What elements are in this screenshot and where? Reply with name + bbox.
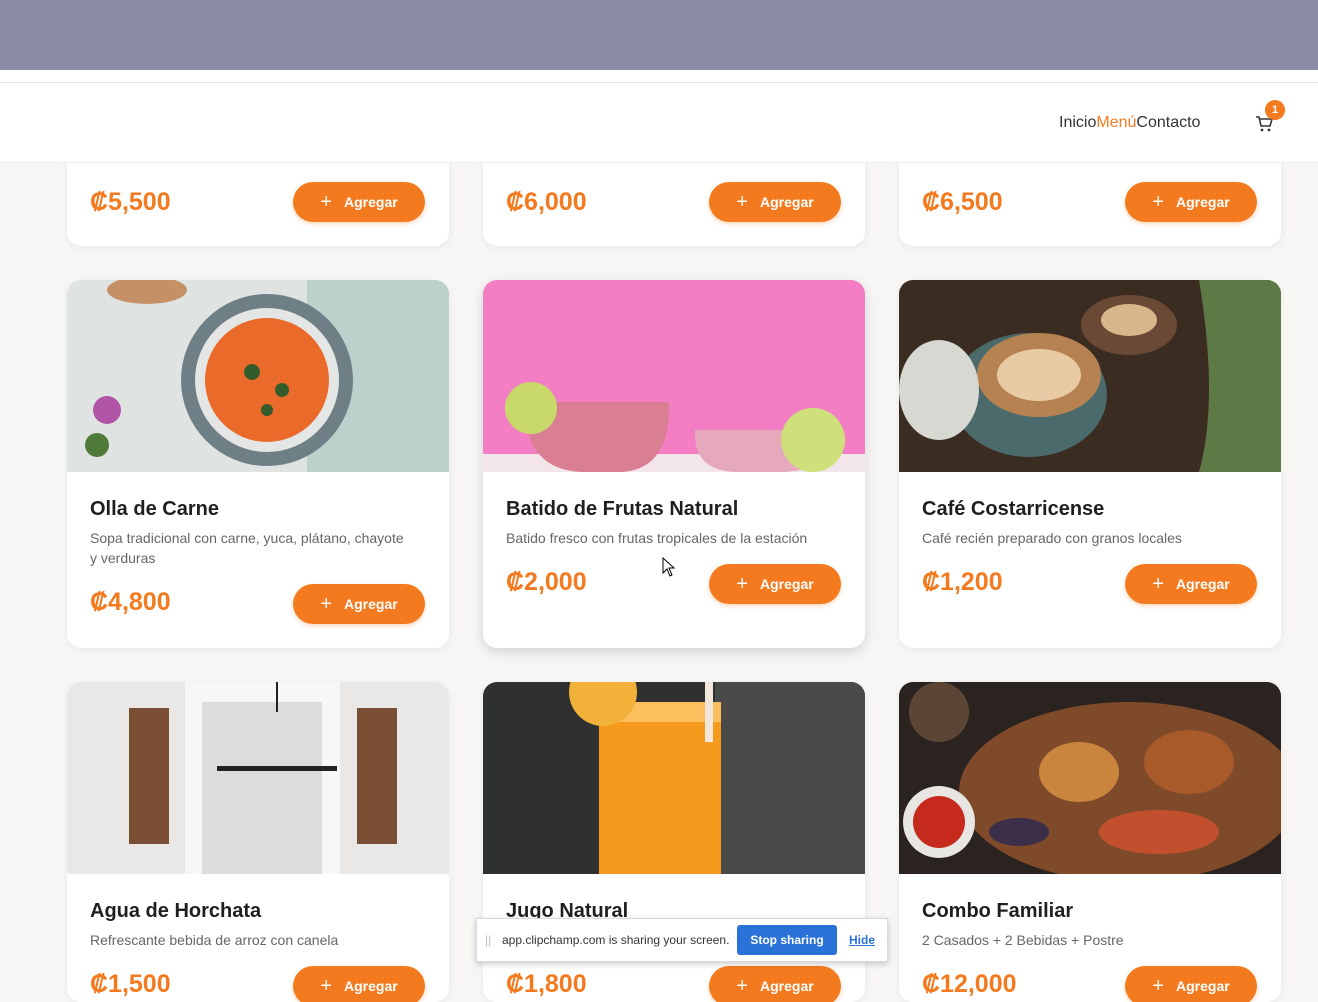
product-price: ₡1,800	[506, 970, 587, 998]
browser-top-band	[0, 0, 1318, 70]
plus-icon: +	[320, 975, 332, 997]
hide-link[interactable]: Hide	[849, 933, 875, 947]
product-price: ₡5,500	[90, 188, 171, 216]
add-button-label: Agregar	[760, 194, 814, 210]
drag-handle-icon[interactable]: ||	[485, 933, 491, 947]
plus-icon: +	[1152, 573, 1164, 595]
add-button[interactable]: + Agregar	[1125, 966, 1257, 1002]
product-card-horchata: Agua de Horchata Refrescante bebida de a…	[67, 682, 449, 1002]
product-title: Agua de Horchata	[90, 900, 262, 922]
juice-image	[483, 682, 865, 874]
product-description: Sopa tradicional con carne, yuca, plátan…	[90, 530, 404, 566]
share-message: app.clipchamp.com is sharing your screen…	[502, 933, 730, 947]
add-button-label: Agregar	[760, 978, 814, 994]
coffee-image	[899, 280, 1281, 472]
plus-icon: +	[736, 573, 748, 595]
product-card-combo: Combo Familiar 2 Casados + 2 Bebidas + P…	[899, 682, 1281, 1002]
product-price: ₡1,500	[90, 970, 171, 998]
stop-sharing-button[interactable]: Stop sharing	[737, 925, 837, 955]
add-button[interactable]: + Agregar	[293, 966, 425, 1002]
add-button-label: Agregar	[760, 576, 814, 592]
product-description: 2 Casados + 2 Bebidas + Postre	[922, 932, 1124, 948]
product-price: ₡6,000	[506, 188, 587, 216]
add-button[interactable]: + Agregar	[1125, 564, 1257, 604]
screen-share-bar: || app.clipchamp.com is sharing your scr…	[476, 918, 888, 962]
product-description: Batido fresco con frutas tropicales de l…	[506, 530, 808, 546]
product-title: Batido de Frutas Natural	[506, 498, 739, 520]
product-price: ₡12,000	[922, 970, 1017, 998]
plus-icon: +	[320, 593, 332, 615]
site-navbar: Inicio Menú Contacto	[0, 83, 1318, 163]
add-button-label: Agregar	[344, 596, 398, 612]
product-price: ₡6,500	[922, 188, 1003, 216]
add-button-label: Agregar	[1176, 576, 1230, 592]
product-description: Refrescante bebida de arroz con canela	[90, 932, 339, 948]
product-card-olla-de-carne: Olla de Carne Sopa tradicional con carne…	[67, 280, 449, 648]
smoothie-image	[483, 280, 865, 472]
soup-image	[67, 280, 449, 472]
add-button[interactable]: + Agregar	[1125, 182, 1257, 222]
add-button-label: Agregar	[344, 978, 398, 994]
page-top-divider	[0, 70, 1318, 83]
add-button[interactable]: + Agregar	[709, 182, 841, 222]
product-card-cafe: Café Costarricense Café recién preparado…	[899, 280, 1281, 648]
cart-count-badge: 1	[1265, 100, 1285, 120]
product-title: Olla de Carne	[90, 498, 219, 520]
product-card-batido: Batido de Frutas Natural Batido fresco c…	[483, 280, 865, 648]
add-button[interactable]: + Agregar	[709, 564, 841, 604]
nav-link-menu[interactable]: Menú	[1096, 114, 1136, 132]
plus-icon: +	[1152, 191, 1164, 213]
nav-link-contacto[interactable]: Contacto	[1136, 114, 1200, 132]
grill-image	[899, 682, 1281, 874]
plus-icon: +	[1152, 975, 1164, 997]
add-button[interactable]: + Agregar	[709, 966, 841, 1002]
plus-icon: +	[320, 191, 332, 213]
nav-link-inicio[interactable]: Inicio	[1059, 114, 1096, 132]
product-title: Combo Familiar	[922, 900, 1074, 922]
horchata-image	[67, 682, 449, 874]
add-button[interactable]: + Agregar	[293, 182, 425, 222]
product-price: ₡1,200	[922, 568, 1003, 596]
add-button-label: Agregar	[1176, 978, 1230, 994]
plus-icon: +	[736, 975, 748, 997]
product-title: Café Costarricense	[922, 498, 1105, 520]
mouse-cursor-icon	[662, 557, 676, 577]
nav-links: Inicio Menú Contacto	[1059, 114, 1200, 132]
plus-icon: +	[736, 191, 748, 213]
product-price: ₡4,800	[90, 588, 171, 616]
add-button-label: Agregar	[1176, 194, 1230, 210]
product-description: Café recién preparado con granos locales	[922, 530, 1182, 546]
add-button-label: Agregar	[344, 194, 398, 210]
product-price: ₡2,000	[506, 568, 587, 596]
add-button[interactable]: + Agregar	[293, 584, 425, 624]
